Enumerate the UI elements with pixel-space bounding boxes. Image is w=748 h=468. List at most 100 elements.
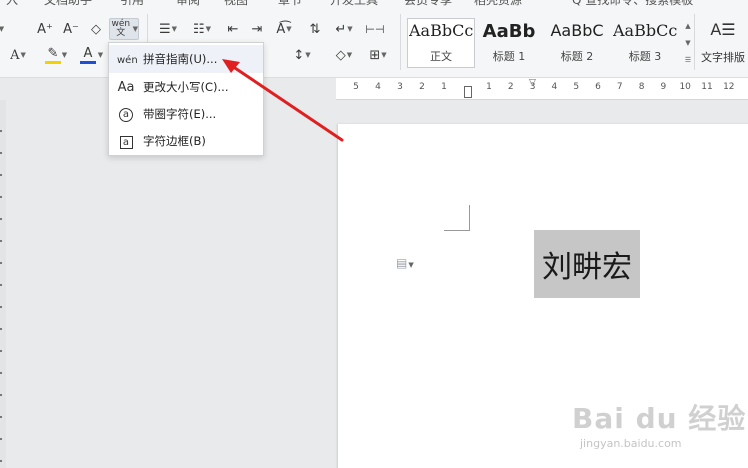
ruler-dot <box>0 350 2 352</box>
menu-item-change-case[interactable]: Aa 更改大小写(C)... <box>109 73 263 101</box>
ruler-dot <box>0 416 2 418</box>
distribute-button[interactable]: ⊢⊣ <box>362 18 388 40</box>
command-search[interactable]: Q 查找命令、搜索模板 <box>572 0 693 8</box>
chevron-down-icon: ▼ <box>347 25 353 33</box>
ruler-tick: 1 <box>486 82 492 92</box>
phonetic-guide-icon: wén <box>117 54 138 66</box>
menu-tabs: 入 文档助手 引用 审阅 视图 章节 开发工具 会员专享 稻壳资源 Q 查找命令… <box>0 0 748 7</box>
style-gallery-scroll[interactable]: ▲ ▼ ☰ <box>681 18 695 68</box>
horizontal-ruler[interactable]: 5 4 3 2 1 1 2 3 4 5 6 7 8 9 10 11 12 ▽ <box>336 78 748 100</box>
text-effect-icon: A <box>10 47 20 63</box>
tab-insert[interactable]: 入 <box>6 0 18 8</box>
clear-format-button[interactable]: ◇ <box>86 18 106 40</box>
grow-font-button[interactable]: A⁺ <box>34 18 56 40</box>
tab-review[interactable]: 审阅 <box>176 0 200 8</box>
menu-item-label: 带圈字符(E)... <box>143 107 217 121</box>
baidu-watermark: Bai du 经验 jingyan.baidu.com <box>572 397 748 457</box>
font-color-icon: A <box>83 45 93 61</box>
shrink-font-icon: A⁻ <box>63 21 79 37</box>
ruler-tick: 11 <box>701 82 713 92</box>
chevron-down-icon: ▼ <box>205 25 212 33</box>
bullet-list-icon: ☰ <box>158 21 171 37</box>
tab-developer[interactable]: 开发工具 <box>330 0 378 8</box>
watermark-logo: Bai du 经验 <box>572 402 747 435</box>
show-marks-button[interactable]: ↵ ▼ <box>330 18 358 40</box>
chevron-down-icon: ▼ <box>286 25 292 33</box>
phonetic-guide-button[interactable]: wén 文 ▼ <box>109 18 139 40</box>
tab-doc-assistant[interactable]: 文档助手 <box>44 0 92 8</box>
eraser-icon: ◇ <box>91 21 101 37</box>
margin-corner-mark <box>444 205 470 231</box>
chevron-down-icon: ▼ <box>20 51 26 59</box>
paint-bucket-icon: ◇ <box>335 47 346 63</box>
vertical-ruler[interactable] <box>0 100 6 468</box>
indent-marker[interactable] <box>464 86 472 98</box>
ruler-tick: 4 <box>375 82 381 92</box>
menu-item-phonetic-guide[interactable]: wén 拼音指南(U)... <box>109 45 263 73</box>
increase-indent-button[interactable]: ⇥ <box>246 18 268 40</box>
chevron-down-icon[interactable]: ▼ <box>685 39 690 47</box>
paragraph-layout-icon[interactable]: ▤▼ <box>396 256 414 270</box>
watermark-url: jingyan.baidu.com <box>580 437 682 450</box>
shrink-font-button[interactable]: A⁻ <box>60 18 82 40</box>
tab-member[interactable]: 会员专享 <box>404 0 452 8</box>
menu-item-character-border[interactable]: a 字符边框(B) <box>109 127 263 155</box>
phonetic-guide-icon: wén 文 <box>111 19 131 38</box>
tab-docer[interactable]: 稻壳资源 <box>474 0 522 8</box>
first-line-indent-marker[interactable]: ▽ <box>529 78 536 88</box>
font-color-caret[interactable]: ▼ <box>96 44 104 66</box>
sort-icon: ⇅ <box>309 21 321 37</box>
chevron-down-icon: ▼ <box>346 51 353 59</box>
style-sample: AaBbCcD <box>613 21 677 40</box>
style-heading-1[interactable]: AaBb 标题 1 <box>475 18 543 68</box>
ruler-dot <box>0 438 2 440</box>
style-heading-2[interactable]: AaBbC 标题 2 <box>543 18 611 68</box>
chevron-up-icon[interactable]: ▲ <box>685 22 690 30</box>
style-normal[interactable]: AaBbCcDd 正文 <box>407 18 475 68</box>
sort-button[interactable]: ⇅ <box>304 18 326 40</box>
decrease-indent-button[interactable]: ⇤ <box>222 18 244 40</box>
text-effect-button[interactable]: A ▼ <box>4 44 32 66</box>
chinese-layout-button[interactable]: A͡ ▼ <box>270 18 298 40</box>
style-name: 标题 2 <box>560 50 594 63</box>
ruler-dot <box>0 372 2 374</box>
style-gallery: AaBbCcDd 正文 AaBb 标题 1 AaBbC 标题 2 AaBbCcD… <box>407 18 679 68</box>
font-color-bar <box>80 60 96 64</box>
font-size-caret[interactable]: ▼ <box>0 18 6 40</box>
style-name: 标题 3 <box>628 50 662 63</box>
bullets-button[interactable]: ☰ ▼ <box>154 18 182 40</box>
shading-button[interactable]: ◇ ▼ <box>330 44 358 66</box>
tab-view[interactable]: 视图 <box>224 0 248 8</box>
style-name: 标题 1 <box>492 50 526 63</box>
text-layout-button[interactable]: A☰ 文字排版 <box>698 18 748 68</box>
character-border-icon: a <box>117 134 135 149</box>
ruler-tick: 2 <box>419 82 425 92</box>
menu-item-enclosed-characters[interactable]: a 带圈字符(E)... <box>109 100 263 128</box>
ruler-dot <box>0 218 2 220</box>
ruler-tick: 7 <box>616 82 623 92</box>
ruler-tick: 8 <box>638 82 645 92</box>
ruler-tick: 6 <box>595 82 601 92</box>
numbering-button[interactable]: ☷ ▼ <box>188 18 216 40</box>
selected-text[interactable]: 刘畊宏 <box>534 230 640 298</box>
ruler-tick: 2 <box>507 82 514 92</box>
line-spacing-button[interactable]: ↕ ▼ <box>288 44 316 66</box>
highlight-caret[interactable]: ▼ <box>60 44 68 66</box>
tab-section[interactable]: 章节 <box>278 0 302 8</box>
chevron-down-icon: ▼ <box>171 25 178 33</box>
text-layout-icon: A☰ <box>710 20 736 39</box>
style-heading-3[interactable]: AaBbCcD 标题 3 <box>611 18 679 68</box>
style-sample: AaBb <box>482 21 536 42</box>
paragraph-mark-icon: ↵ <box>335 21 347 37</box>
ruler-dot <box>0 460 2 462</box>
highlight-color-bar <box>45 60 61 64</box>
more-styles-icon[interactable]: ☰ <box>685 56 691 64</box>
ruler-dot <box>0 306 2 308</box>
tab-references[interactable]: 引用 <box>120 0 144 8</box>
ruler-dot <box>0 394 2 396</box>
chevron-down-icon: ▼ <box>0 25 5 33</box>
grow-font-icon: A⁺ <box>37 21 53 37</box>
numbered-list-icon: ☷ <box>192 21 205 37</box>
borders-button[interactable]: ⊞ ▼ <box>364 44 392 66</box>
ruler-tick: 4 <box>551 82 558 92</box>
